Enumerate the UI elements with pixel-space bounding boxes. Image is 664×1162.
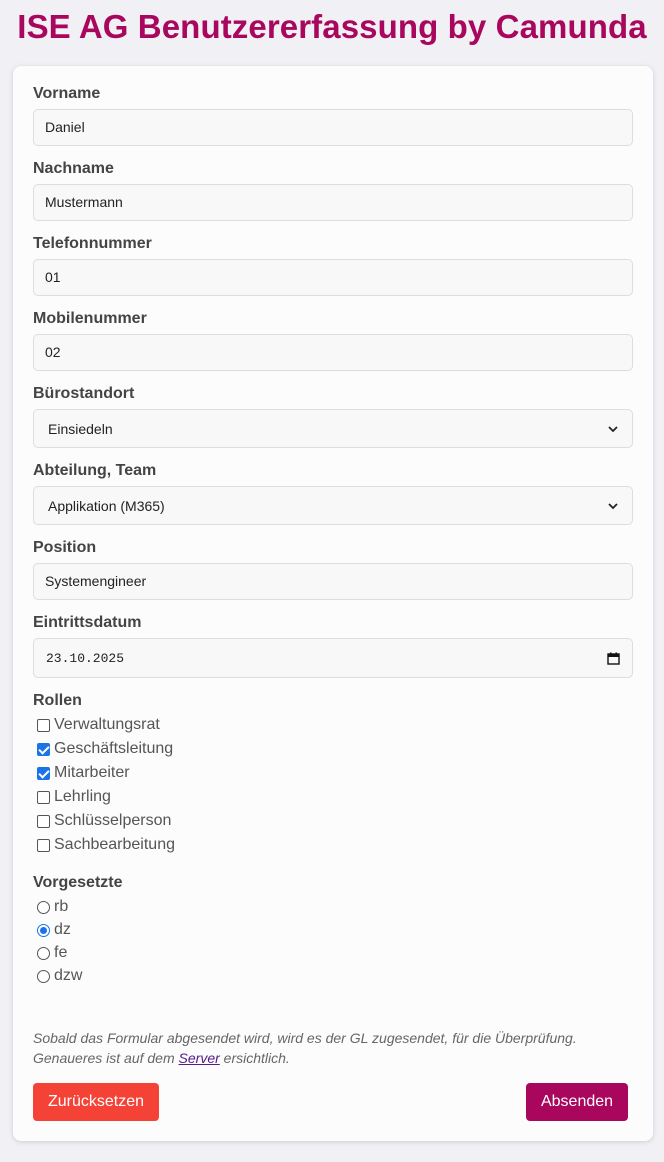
nachname-field[interactable]: Mustermann [33,184,633,221]
role-label: Geschäftsleitung [54,740,174,757]
role-option[interactable]: Sachbearbeitung [37,835,175,855]
position-label: Position [33,539,97,556]
page-title: ISE AG Benutzererfassung by Camunda [17,8,647,45]
role-option[interactable]: Geschäftsleitung [37,739,173,759]
form-card: Vorname Daniel Nachname Mustermann Telef… [13,66,653,1141]
abteilung-label: Abteilung, Team [33,462,157,479]
supervisor-option[interactable]: fe [37,943,67,963]
role-option[interactable]: Verwaltungsrat [37,715,160,735]
nachname-label: Nachname [33,160,114,177]
supervisor-radio[interactable] [37,969,50,983]
abteilung-select[interactable]: Applikation (M365) [33,486,633,525]
supervisor-radio[interactable] [37,946,50,960]
server-link[interactable]: Server [179,1050,220,1066]
chevron-down-icon [608,502,618,509]
role-label: Sachbearbeitung [54,836,175,853]
buero-label: Bürostandort [33,385,135,402]
role-label: Lehrling [54,788,111,805]
role-option[interactable]: Mitarbeiter [37,763,130,783]
mobile-field[interactable]: 02 [33,334,633,371]
abteilung-selected-value: Applikation (M365) [48,497,165,514]
supervisor-option[interactable]: dz [37,920,71,940]
vorname-field[interactable]: Daniel [33,109,633,146]
rollen-label: Rollen [33,692,82,709]
telefon-field[interactable]: 01 [33,259,633,296]
reset-button[interactable]: Zurücksetzen [33,1083,159,1121]
mobile-label: Mobilenummer [33,310,147,327]
position-field[interactable]: Systemengineer [33,563,633,600]
supervisor-label: dz [54,921,71,938]
role-checkbox[interactable] [37,766,50,780]
role-checkbox[interactable] [37,742,50,756]
supervisor-label: fe [54,944,68,961]
chevron-down-icon [608,425,618,432]
note-text: Sobald das Formular abgesendet wird, wir… [33,1030,577,1066]
vorgesetzte-label: Vorgesetzte [33,874,123,891]
info-note: Sobald das Formular abgesendet wird, wir… [33,1028,633,1068]
buero-select[interactable]: Einsiedeln [33,409,633,448]
supervisor-option[interactable]: dzw [37,966,82,986]
role-label: Mitarbeiter [54,764,130,781]
role-label: Verwaltungsrat [54,716,160,733]
role-checkbox[interactable] [37,790,50,804]
supervisor-option[interactable]: rb [37,897,68,917]
role-checkbox[interactable] [37,814,50,828]
telefon-label: Telefonnummer [33,235,152,252]
calendar-icon[interactable] [607,652,620,665]
buero-selected-value: Einsiedeln [48,420,113,437]
note-text-end: ersichtlich. [219,1050,290,1066]
vorname-label: Vorname [33,85,101,102]
role-option[interactable]: Lehrling [37,787,111,807]
eintritt-value: 23.10.2025 [46,650,125,666]
supervisor-radio[interactable] [37,900,50,914]
submit-button[interactable]: Absenden [526,1083,628,1121]
role-checkbox[interactable] [37,838,50,852]
supervisor-label: rb [54,898,69,915]
role-label: Schlüsselperson [54,812,172,829]
role-checkbox[interactable] [37,718,50,732]
role-option[interactable]: Schlüsselperson [37,811,171,831]
eintritt-label: Eintrittsdatum [33,614,142,631]
supervisor-label: dzw [54,967,83,984]
eintritt-date-field[interactable]: 23.10.2025 [33,638,633,678]
supervisor-radio[interactable] [37,923,50,937]
